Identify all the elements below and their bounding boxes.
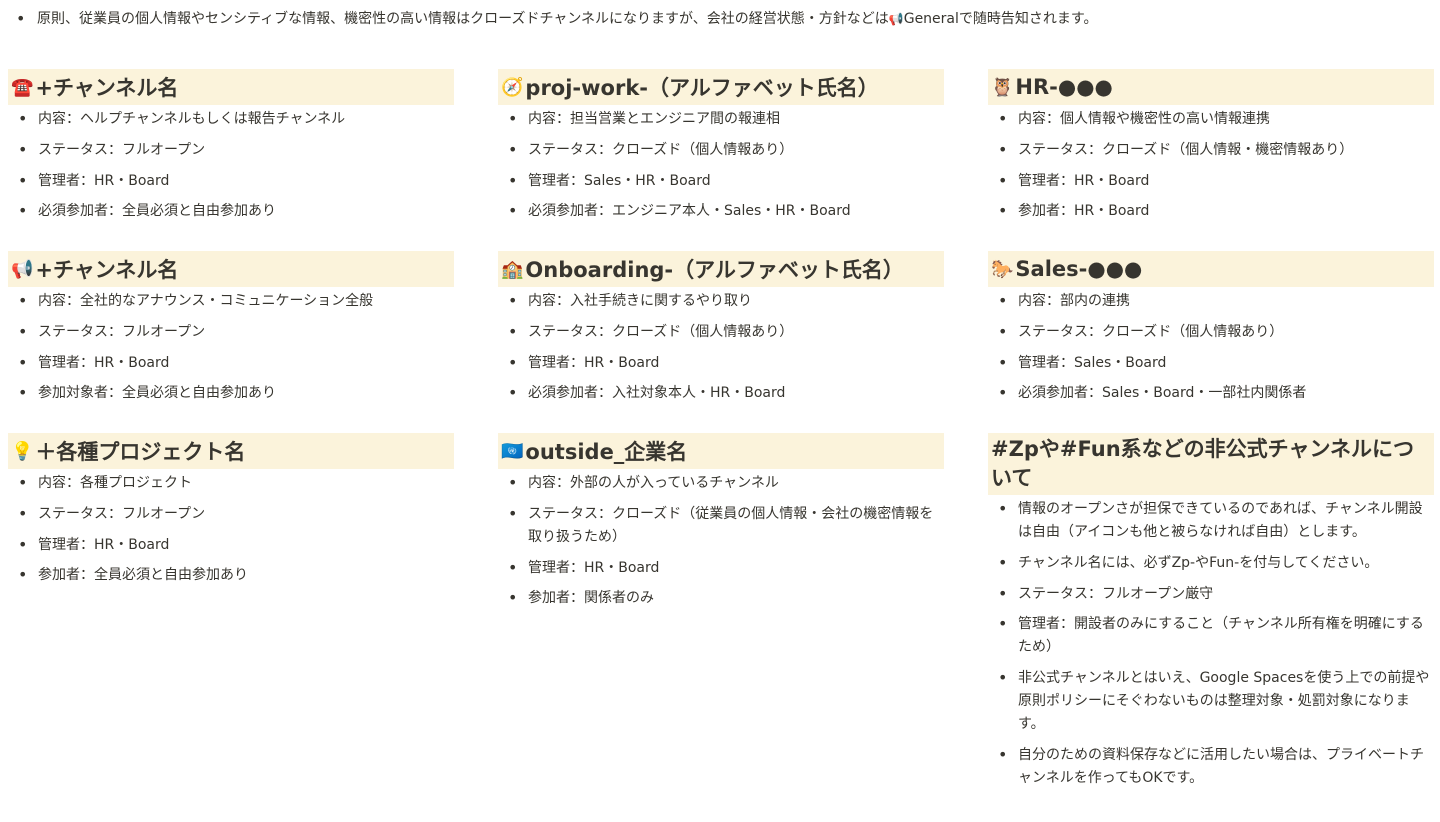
list-item: 必須参加者：全員必須と自由参加あり bbox=[8, 200, 454, 223]
list-item: 内容：各種プロジェクト bbox=[8, 472, 454, 495]
intro-item: 原則、従業員の個人情報やセンシティブな情報、機密性の高い情報はクローズドチャンネ… bbox=[0, 9, 1440, 29]
list-item: ステータス：フルオープン bbox=[8, 503, 454, 526]
section-title: Onboarding-（アルファベット氏名） bbox=[525, 258, 904, 282]
section-title: ＋各種プロジェクト名 bbox=[35, 440, 246, 464]
section-title: +チャンネル名 bbox=[35, 258, 179, 282]
section-heading: 🧭 proj-work-（アルファベット氏名） bbox=[498, 69, 944, 105]
section-help-channel: ☎️+チャンネル名 内容：ヘルプチャンネルもしくは報告チャンネル ステータス：フ… bbox=[8, 69, 454, 223]
list-item: 非公式チャンネルとはいえ、Google Spacesを使う上での前提や原則ポリシ… bbox=[988, 667, 1434, 736]
list-item: 情報のオープンさが担保できているのであれば、チャンネル開設は自由（アイコンも他と… bbox=[988, 498, 1434, 544]
list-item: ステータス：クローズド（個人情報あり） bbox=[498, 139, 944, 162]
section-title: proj-work-（アルファベット氏名） bbox=[525, 76, 879, 100]
section-sales: 🐎Sales-●●● 内容：部内の連携 ステータス：クローズド（個人情報あり） … bbox=[988, 251, 1434, 405]
section-list: 情報のオープンさが担保できているのであれば、チャンネル開設は自由（アイコンも他と… bbox=[988, 498, 1434, 790]
section-list: 内容：部内の連携 ステータス：クローズド（個人情報あり） 管理者：Sales・B… bbox=[988, 290, 1434, 405]
section-hr: 🦉HR-●●● 内容：個人情報や機密性の高い情報連携 ステータス：クローズド（個… bbox=[988, 69, 1434, 223]
section-title: HR-●●● bbox=[1015, 75, 1113, 99]
section-title: outside_企業名 bbox=[525, 440, 688, 464]
list-item: ステータス：フルオープン厳守 bbox=[988, 583, 1434, 606]
list-item: 管理者：HR・Board bbox=[8, 352, 454, 375]
list-item: 必須参加者：エンジニア本人・Sales・HR・Board bbox=[498, 200, 944, 223]
section-list: 内容：担当営業とエンジニア間の報連相 ステータス：クローズド（個人情報あり） 管… bbox=[498, 108, 944, 223]
section-unofficial-channels: #Zpや#Fun系などの非公式チャンネルについて 情報のオープンさが担保できてい… bbox=[988, 433, 1434, 790]
section-title: Sales-●●● bbox=[1015, 257, 1143, 281]
section-heading: 🇺🇳 outside_企業名 bbox=[498, 433, 944, 469]
list-item: ステータス：クローズド（従業員の個人情報・会社の機密情報を取り扱うため） bbox=[498, 503, 944, 549]
intro-list: 原則、従業員の個人情報やセンシティブな情報、機密性の高い情報はクローズドチャンネ… bbox=[0, 0, 1440, 29]
list-item: 参加者：関係者のみ bbox=[498, 587, 944, 610]
megaphone-icon: 📢 bbox=[11, 258, 34, 280]
list-item: 管理者：Sales・Board bbox=[988, 352, 1434, 375]
section-list: 内容：入社手続きに関するやり取り ステータス：クローズド（個人情報あり） 管理者… bbox=[498, 290, 944, 405]
list-item: 参加者：全員必須と自由参加あり bbox=[8, 564, 454, 587]
list-item: 内容：担当営業とエンジニア間の報連相 bbox=[498, 108, 944, 131]
section-title: #Zpや#Fun系などの非公式チャンネルについて bbox=[991, 437, 1415, 490]
list-item: 内容：入社手続きに関するやり取り bbox=[498, 290, 944, 313]
list-item: ステータス：フルオープン bbox=[8, 139, 454, 162]
section-outside: 🇺🇳outside_企業名 内容：外部の人が入っているチャンネル ステータス：ク… bbox=[498, 433, 944, 610]
section-list: 内容：ヘルプチャンネルもしくは報告チャンネル ステータス：フルオープン 管理者：… bbox=[8, 108, 454, 223]
list-item: 内容：ヘルプチャンネルもしくは報告チャンネル bbox=[8, 108, 454, 131]
intro-text-general: Generalで随時告知されます。 bbox=[903, 11, 1098, 27]
section-title: +チャンネル名 bbox=[35, 76, 179, 100]
united-nations-flag-icon: 🇺🇳 bbox=[501, 440, 524, 462]
section-heading: ☎️ +チャンネル名 bbox=[8, 69, 454, 105]
compass-icon: 🧭 bbox=[501, 76, 524, 98]
list-item: チャンネル名には、必ずZp-やFun-を付与してください。 bbox=[988, 552, 1434, 575]
list-item: 参加対象者：全員必須と自由参加あり bbox=[8, 382, 454, 405]
section-heading: #Zpや#Fun系などの非公式チャンネルについて bbox=[988, 433, 1434, 495]
list-item: ステータス：クローズド（個人情報あり） bbox=[498, 321, 944, 344]
list-item: ステータス：クローズド（個人情報・機密情報あり） bbox=[988, 139, 1434, 162]
list-item: 管理者：開設者のみにすること（チャンネル所有権を明確にするため） bbox=[988, 613, 1434, 659]
list-item: 管理者：HR・Board bbox=[498, 352, 944, 375]
list-item: ステータス：フルオープン bbox=[8, 321, 454, 344]
section-onboarding: 🏫Onboarding-（アルファベット氏名） 内容：入社手続きに関するやり取り… bbox=[498, 251, 944, 405]
owl-icon: 🦉 bbox=[991, 76, 1014, 98]
list-item: 必須参加者：入社対象本人・HR・Board bbox=[498, 382, 944, 405]
list-item: 管理者：HR・Board bbox=[498, 557, 944, 580]
list-item: 自分のための資料保存などに活用したい場合は、プライベートチャンネルを作ってもOK… bbox=[988, 744, 1434, 790]
section-heading: 🐎 Sales-●●● bbox=[988, 251, 1434, 287]
telephone-icon: ☎️ bbox=[11, 76, 34, 98]
section-list: 内容：各種プロジェクト ステータス：フルオープン 管理者：HR・Board 参加… bbox=[8, 472, 454, 587]
school-icon: 🏫 bbox=[501, 258, 524, 280]
section-project-channel: 💡＋各種プロジェクト名 内容：各種プロジェクト ステータス：フルオープン 管理者… bbox=[8, 433, 454, 587]
list-item: 管理者：HR・Board bbox=[8, 170, 454, 193]
section-heading: 💡 ＋各種プロジェクト名 bbox=[8, 433, 454, 469]
list-item: 内容：部内の連携 bbox=[988, 290, 1434, 313]
list-item: 管理者：HR・Board bbox=[988, 170, 1434, 193]
section-list: 内容：個人情報や機密性の高い情報連携 ステータス：クローズド（個人情報・機密情報… bbox=[988, 108, 1434, 223]
list-item: 内容：外部の人が入っているチャンネル bbox=[498, 472, 944, 495]
section-heading: 🦉 HR-●●● bbox=[988, 69, 1434, 105]
section-proj-work: 🧭proj-work-（アルファベット氏名） 内容：担当営業とエンジニア間の報連… bbox=[498, 69, 944, 223]
list-item: 内容：個人情報や機密性の高い情報連携 bbox=[988, 108, 1434, 131]
section-heading: 📢 +チャンネル名 bbox=[8, 251, 454, 287]
section-list: 内容：外部の人が入っているチャンネル ステータス：クローズド（従業員の個人情報・… bbox=[498, 472, 944, 610]
list-item: 管理者：HR・Board bbox=[8, 534, 454, 557]
lightbulb-icon: 💡 bbox=[11, 440, 34, 462]
list-item: 内容：全社的なアナウンス・コミュニケーション全般 bbox=[8, 290, 454, 313]
list-item: 参加者：HR・Board bbox=[988, 200, 1434, 223]
list-item: 管理者：Sales・HR・Board bbox=[498, 170, 944, 193]
list-item: 必須参加者：Sales・Board・一部社内関係者 bbox=[988, 382, 1434, 405]
section-list: 内容：全社的なアナウンス・コミュニケーション全般 ステータス：フルオープン 管理… bbox=[8, 290, 454, 405]
section-heading: 🏫 Onboarding-（アルファベット氏名） bbox=[498, 251, 944, 287]
megaphone-icon: 📢 bbox=[888, 12, 904, 26]
horse-icon: 🐎 bbox=[991, 258, 1014, 280]
section-announce-channel: 📢+チャンネル名 内容：全社的なアナウンス・コミュニケーション全般 ステータス：… bbox=[8, 251, 454, 405]
intro-text: 原則、従業員の個人情報やセンシティブな情報、機密性の高い情報はクローズドチャンネ… bbox=[37, 11, 889, 27]
list-item: ステータス：クローズド（個人情報あり） bbox=[988, 321, 1434, 344]
